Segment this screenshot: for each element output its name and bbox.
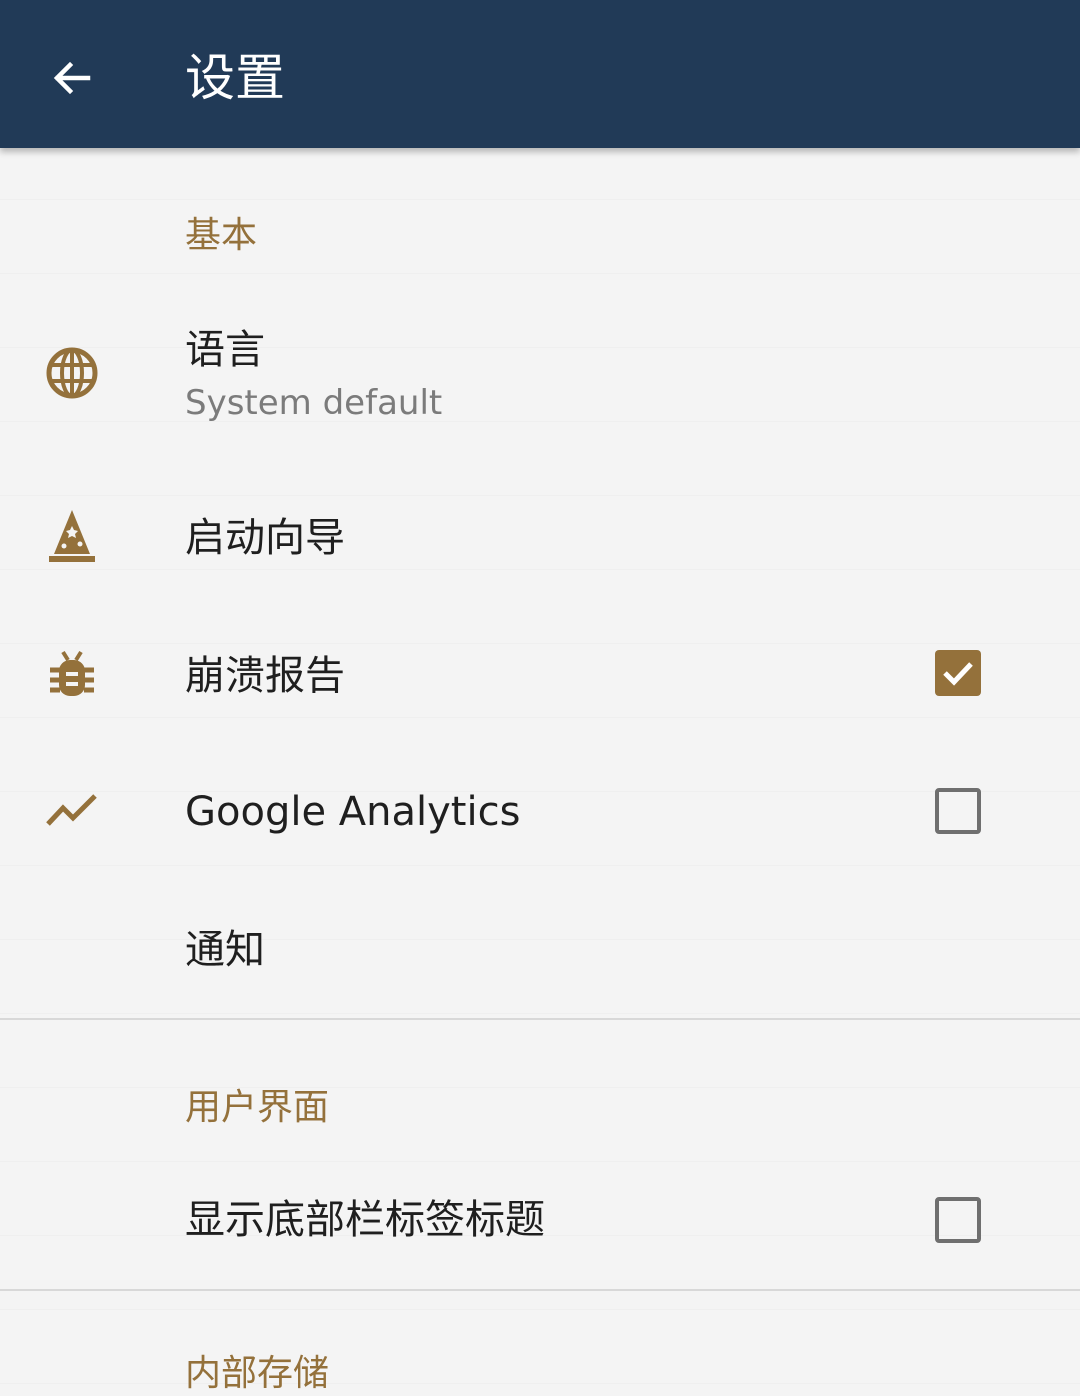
- section-header-ui: 用户界面: [185, 1087, 330, 1128]
- setting-startup-wizard[interactable]: 启动向导: [0, 490, 1080, 586]
- globe-icon: [44, 345, 100, 401]
- app-bar: 设置: [0, 0, 1080, 148]
- setting-summary: System default: [185, 383, 443, 423]
- checkmark-icon: [943, 662, 973, 686]
- back-button[interactable]: [40, 46, 104, 110]
- setting-label: 崩溃报告: [185, 653, 345, 699]
- section-header-storage: 内部存储: [185, 1353, 330, 1394]
- trending-up-icon: [44, 782, 100, 838]
- section-divider: [0, 1018, 1080, 1020]
- page-title: 设置: [185, 49, 285, 107]
- bottom-bar-labels-checkbox[interactable]: [935, 1197, 981, 1243]
- setting-label: 通知: [185, 927, 265, 973]
- crash-report-checkbox[interactable]: [935, 650, 981, 696]
- setting-crash-report[interactable]: 崩溃报告: [0, 628, 1080, 724]
- bug-icon: [44, 646, 100, 702]
- wizard-hat-icon: [44, 508, 100, 564]
- setting-label: 启动向导: [185, 515, 345, 561]
- setting-label: 显示底部栏标签标题: [185, 1197, 545, 1243]
- setting-notifications[interactable]: 通知: [0, 902, 1080, 998]
- google-analytics-checkbox[interactable]: [935, 788, 981, 834]
- setting-label: 语言: [185, 327, 265, 373]
- setting-language[interactable]: 语言 System default: [0, 318, 1080, 430]
- setting-show-bottom-bar-labels[interactable]: 显示底部栏标签标题: [0, 1172, 1080, 1268]
- arrow-left-icon: [53, 61, 91, 95]
- setting-google-analytics[interactable]: Google Analytics: [0, 764, 1080, 860]
- section-header-basic: 基本: [185, 215, 258, 256]
- section-divider: [0, 1289, 1080, 1291]
- setting-label: Google Analytics: [185, 789, 521, 835]
